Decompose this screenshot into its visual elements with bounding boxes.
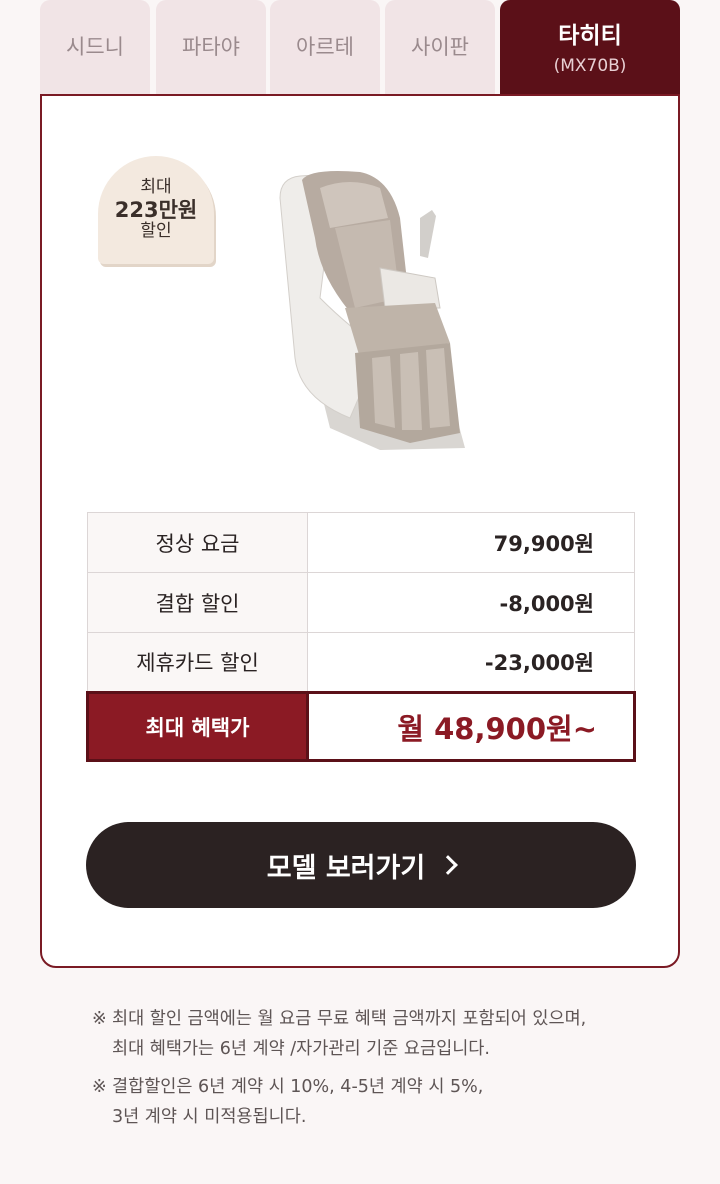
note-mark: ※ [92,1009,107,1029]
best-price-row: 최대 혜택가 월 48,900원~ [86,691,636,762]
footnotes: ※ 최대 할인 금액에는 월 요금 무료 혜택 금액까지 포함되어 있으며, 최… [92,1004,652,1140]
tab-sydney[interactable]: 시드니 [40,0,150,94]
best-price-value: 월 48,900원~ [306,691,636,762]
tab-label: 시드니 [66,35,124,59]
massage-chair-image [279,171,465,450]
tab-saipan[interactable]: 사이판 [385,0,495,94]
view-model-label: 모델 보러가기 [266,852,426,884]
note-line: 최대 할인 금액에는 월 요금 무료 혜택 금액까지 포함되어 있으며, [112,1009,587,1029]
tab-tahiti[interactable]: 타히티 (MX70B) [500,0,680,94]
view-model-button[interactable]: 모델 보러가기 [86,822,636,908]
price-value: 79,900원 [307,512,635,573]
price-label: 제휴카드 할인 [87,632,308,693]
discount-badge: 최대 223만원 할인 [98,156,214,264]
model-tabs: 시드니 파타야 아르테 사이판 타히티 (MX70B) [40,0,680,94]
badge-line1: 최대 [140,177,172,198]
price-value: -23,000원 [307,632,635,693]
price-table: 정상 요금 79,900원 결합 할인 -8,000원 제휴카드 할인 -23,… [86,512,636,762]
tab-model-code: (MX70B) [553,56,627,76]
best-price-label: 최대 혜택가 [86,691,309,762]
tab-label: 사이판 [411,35,469,59]
table-row: 제휴카드 할인 -23,000원 [87,632,635,693]
footnote: ※ 최대 할인 금액에는 월 요금 무료 혜택 금액까지 포함되어 있으며, 최… [92,1004,652,1064]
badge-amount: 223만원 [114,197,198,222]
price-value: -8,000원 [307,572,635,633]
table-row: 결합 할인 -8,000원 [87,572,635,633]
price-label: 결합 할인 [87,572,308,633]
badge-line3: 할인 [140,221,172,242]
note-line: 3년 계약 시 미적용됩니다. [112,1107,307,1127]
note-mark: ※ [92,1077,107,1097]
chevron-right-icon [438,855,459,875]
product-card: 최대 223만원 할인 정상 요금 79,900원 결합 할인 -8,000원 [40,94,680,968]
tab-label: 파타야 [182,35,240,59]
tab-label: 타히티 [558,23,622,49]
price-label: 정상 요금 [87,512,308,573]
note-line: 최대 혜택가는 6년 계약 /자가관리 기준 요금입니다. [112,1039,490,1059]
footnote: ※ 결합할인은 6년 계약 시 10%, 4-5년 계약 시 5%, 3년 계약… [92,1072,652,1132]
tab-pattaya[interactable]: 파타야 [156,0,266,94]
tab-label: 아르테 [296,35,354,59]
note-line: 결합할인은 6년 계약 시 10%, 4-5년 계약 시 5%, [112,1077,484,1097]
tab-arte[interactable]: 아르테 [270,0,380,94]
table-row: 정상 요금 79,900원 [87,512,635,573]
